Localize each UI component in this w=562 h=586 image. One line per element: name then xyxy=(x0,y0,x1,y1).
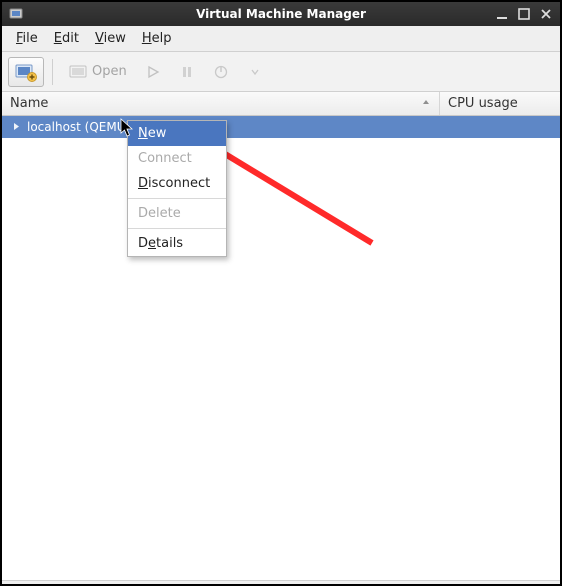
connection-label: localhost (QEMU) xyxy=(27,120,130,134)
connection-row[interactable]: localhost (QEMU) xyxy=(2,116,560,138)
expand-icon[interactable] xyxy=(12,120,21,134)
open-label: Open xyxy=(92,64,127,79)
menu-help[interactable]: Help xyxy=(134,27,180,50)
shutdown-menu-button xyxy=(240,57,270,87)
vm-list[interactable]: localhost (QEMU) New Connect Disconnect … xyxy=(2,116,560,580)
toolbar: Open xyxy=(2,52,560,92)
open-button: Open xyxy=(61,57,134,87)
column-name[interactable]: Name xyxy=(2,92,440,115)
pause-button xyxy=(172,57,202,87)
maximize-button[interactable] xyxy=(516,6,532,22)
menu-view[interactable]: View xyxy=(87,27,134,50)
context-delete: Delete xyxy=(128,201,226,226)
context-new[interactable]: New xyxy=(128,121,226,146)
run-button xyxy=(138,57,168,87)
context-connect: Connect xyxy=(128,146,226,171)
menu-edit[interactable]: Edit xyxy=(46,27,87,50)
menubar: File Edit View Help xyxy=(2,26,560,52)
toolbar-separator xyxy=(52,59,53,85)
context-separator xyxy=(128,198,226,199)
minimize-button[interactable] xyxy=(494,6,510,22)
context-details[interactable]: Details xyxy=(128,231,226,256)
column-cpu-label: CPU usage xyxy=(448,96,518,111)
column-cpu[interactable]: CPU usage xyxy=(440,92,560,115)
column-name-label: Name xyxy=(10,96,48,111)
window-title: Virtual Machine Manager xyxy=(2,7,560,21)
context-menu: New Connect Disconnect Delete Details xyxy=(127,120,227,257)
new-vm-button[interactable] xyxy=(8,57,44,87)
shutdown-button xyxy=(206,57,236,87)
menu-file[interactable]: File xyxy=(8,27,46,50)
context-disconnect[interactable]: Disconnect xyxy=(128,171,226,196)
context-separator xyxy=(128,228,226,229)
statusbar xyxy=(2,580,560,584)
column-headers: Name CPU usage xyxy=(2,92,560,116)
app-icon xyxy=(8,6,24,22)
close-button[interactable] xyxy=(538,6,554,22)
titlebar: Virtual Machine Manager xyxy=(2,2,560,26)
sort-asc-icon xyxy=(421,96,431,111)
